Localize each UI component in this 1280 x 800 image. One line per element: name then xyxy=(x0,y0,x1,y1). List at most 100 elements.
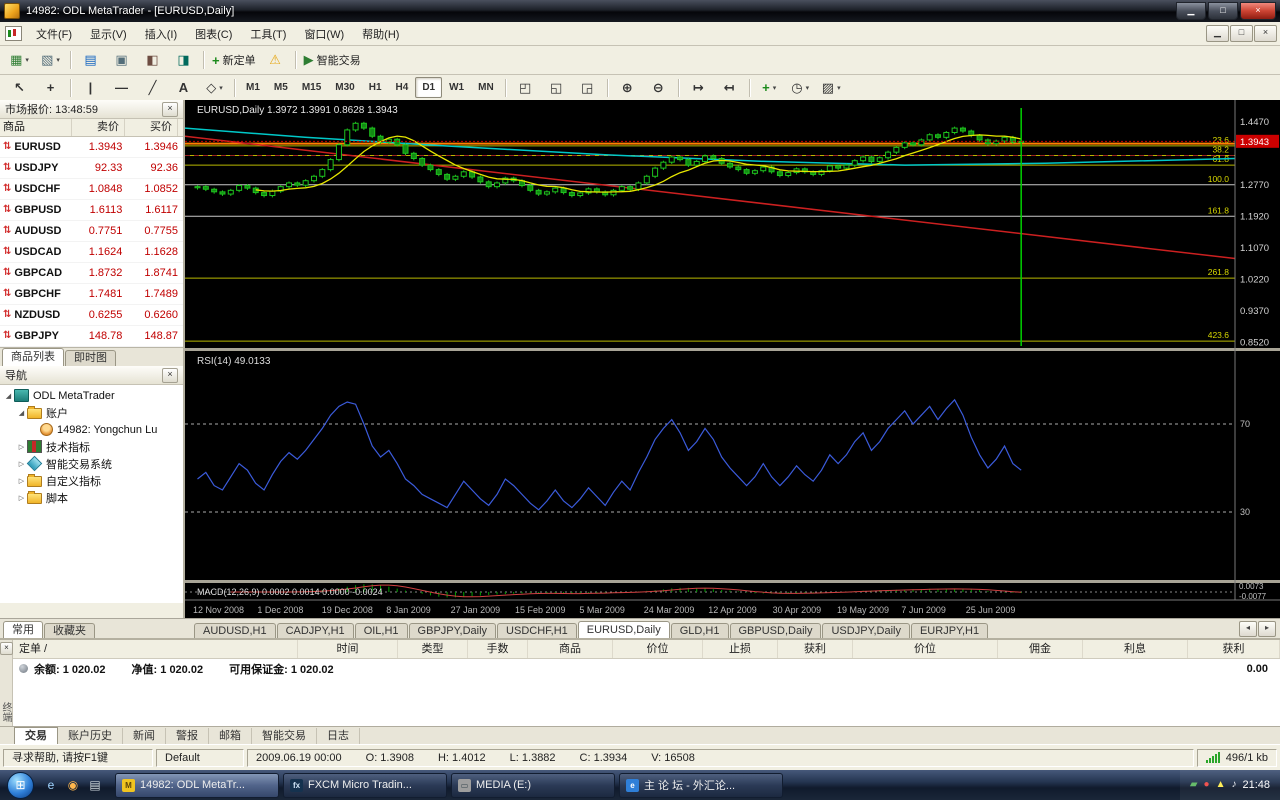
timeframe-m5[interactable]: M5 xyxy=(267,77,295,98)
orders-column-11[interactable]: 获利 xyxy=(1188,640,1280,658)
taskbar-task-fx[interactable]: fxFXCM Micro Tradin... xyxy=(283,773,447,798)
menu-item-i[interactable]: 插入(I) xyxy=(136,24,186,44)
tree-expand-icon[interactable]: ▷ xyxy=(16,494,27,502)
column-symbol[interactable]: 商品 xyxy=(0,119,72,136)
chart-tab-gbpusd-daily[interactable]: GBPUSD,Daily xyxy=(730,623,822,639)
arrows-tool[interactable]: ◇▾ xyxy=(199,76,230,99)
column-ask[interactable]: 买价 xyxy=(125,119,178,136)
terminal-tab-警报[interactable]: 警报 xyxy=(166,728,209,744)
auto-scroll-button[interactable]: ↦ xyxy=(683,76,714,99)
orders-column-9[interactable]: 佣金 xyxy=(998,640,1083,658)
orders-column-0[interactable]: 定单 / xyxy=(13,640,298,658)
terminal-tab-新闻[interactable]: 新闻 xyxy=(123,728,166,744)
market-watch-row[interactable]: ⇅GBPCAD1.87321.8741 xyxy=(0,263,183,284)
navigator-item[interactable]: ▷脚本 xyxy=(0,489,183,506)
navigator-item[interactable]: 14982: Yongchun Lu xyxy=(0,421,183,438)
orders-column-7[interactable]: 获利 xyxy=(778,640,853,658)
new-chart-button[interactable]: ▦▾ xyxy=(4,49,35,72)
orders-column-5[interactable]: 价位 xyxy=(613,640,703,658)
menu-item-w[interactable]: 窗口(W) xyxy=(295,24,353,44)
vertical-line-tool[interactable]: | xyxy=(75,76,106,99)
start-button[interactable]: ⊞ xyxy=(7,772,34,799)
terminal-tab-日志[interactable]: 日志 xyxy=(317,728,360,744)
chart-tabs-scroll-left-icon[interactable]: ◂ xyxy=(1239,621,1257,637)
zoom-out-button[interactable]: ⊖ xyxy=(643,76,674,99)
new-order-button[interactable]: +新定单 xyxy=(208,49,260,72)
child-minimize-button[interactable]: ▁ xyxy=(1206,25,1229,42)
timeframe-h1[interactable]: H1 xyxy=(362,77,389,98)
market-watch-row[interactable]: ⇅USDCAD1.16241.1628 xyxy=(0,242,183,263)
quick-launch-show-desktop-icon[interactable]: ▤ xyxy=(85,775,105,795)
periods-button[interactable]: ◷▾ xyxy=(785,76,816,99)
terminal-toggle[interactable]: ◨ xyxy=(168,49,199,72)
navigator-toggle[interactable]: ◧ xyxy=(137,49,168,72)
maximize-button[interactable]: □ xyxy=(1208,2,1238,20)
orders-column-2[interactable]: 类型 xyxy=(398,640,468,658)
tray-icon-red[interactable]: ● xyxy=(1204,780,1210,790)
menu-item-f[interactable]: 文件(F) xyxy=(27,24,81,44)
status-profile[interactable]: Default xyxy=(156,749,244,767)
timeframe-h4[interactable]: H4 xyxy=(389,77,416,98)
orders-column-10[interactable]: 利息 xyxy=(1083,640,1188,658)
menu-item-c[interactable]: 图表(C) xyxy=(186,24,241,44)
taskbar-task-drive[interactable]: ▭MEDIA (E:) xyxy=(451,773,615,798)
column-bid[interactable]: 卖价 xyxy=(72,119,125,136)
text-tool[interactable]: A xyxy=(168,76,199,99)
orders-column-8[interactable]: 价位 xyxy=(853,640,998,658)
chart-tab-usdchf-h1[interactable]: USDCHF,H1 xyxy=(497,623,577,639)
tray-icon-green[interactable]: ▰ xyxy=(1190,780,1198,790)
market-watch-row[interactable]: ⇅EURUSD1.39431.3946 xyxy=(0,137,183,158)
navigator-item[interactable]: ▷技术指标 xyxy=(0,438,183,455)
market-watch-row[interactable]: ⇅GBPCHF1.74811.7489 xyxy=(0,284,183,305)
chart-tab-usdjpy-daily[interactable]: USDJPY,Daily xyxy=(822,623,910,639)
navigator-item[interactable]: ◢ODL MetaTrader xyxy=(0,387,183,404)
taskbar-task-mt[interactable]: M14982: ODL MetaTr... xyxy=(115,773,279,798)
quick-launch-media-icon[interactable]: ◉ xyxy=(63,775,83,795)
close-button[interactable]: × xyxy=(1240,2,1276,20)
chart-tab-cadjpy-h1[interactable]: CADJPY,H1 xyxy=(277,623,354,639)
chart-tabs-scroll-right-icon[interactable]: ▸ xyxy=(1258,621,1276,637)
market-watch-row[interactable]: ⇅USDJPY92.3392.36 xyxy=(0,158,183,179)
tray-icon-yellow[interactable]: ▲ xyxy=(1216,780,1226,790)
cascade-windows-button[interactable]: ◰ xyxy=(510,76,541,99)
navigator-tab-常用[interactable]: 常用 xyxy=(3,621,43,639)
chart-tab-eurusd-daily[interactable]: EURUSD,Daily xyxy=(578,621,670,639)
profiles-button[interactable]: ▧▾ xyxy=(35,49,66,72)
child-close-button[interactable]: × xyxy=(1254,25,1277,42)
minimize-button[interactable]: ▁ xyxy=(1176,2,1206,20)
market-watch-tab-商品列表[interactable]: 商品列表 xyxy=(2,348,64,366)
crosshair-tool[interactable]: + xyxy=(35,76,66,99)
horizontal-line-tool[interactable]: — xyxy=(106,76,137,99)
orders-column-3[interactable]: 手数 xyxy=(468,640,528,658)
terminal-tab-账户历史[interactable]: 账户历史 xyxy=(58,728,123,744)
market-watch-tab-即时图[interactable]: 即时图 xyxy=(65,350,116,366)
tree-expand-icon[interactable]: ▷ xyxy=(16,477,27,485)
timeframe-w1[interactable]: W1 xyxy=(442,77,471,98)
tree-expand-icon[interactable]: ▷ xyxy=(16,443,27,451)
terminal-close-icon[interactable]: × xyxy=(0,642,13,655)
market-watch-close-icon[interactable]: × xyxy=(162,102,178,117)
indicators-button[interactable]: +▾ xyxy=(754,76,785,99)
quick-launch-ie-icon[interactable]: e xyxy=(41,775,61,795)
child-restore-button[interactable]: □ xyxy=(1230,25,1253,42)
chart-tab-gld-h1[interactable]: GLD,H1 xyxy=(671,623,729,639)
metaeditor-button[interactable]: ⚠ xyxy=(260,49,291,72)
tree-expand-icon[interactable]: ◢ xyxy=(16,409,27,417)
templates-button[interactable]: ▨▾ xyxy=(816,76,847,99)
terminal-tab-智能交易[interactable]: 智能交易 xyxy=(252,728,317,744)
chart-tab-oil-h1[interactable]: OIL,H1 xyxy=(355,623,408,639)
navigator-item[interactable]: ▷自定义指标 xyxy=(0,472,183,489)
menu-item-h[interactable]: 帮助(H) xyxy=(353,24,408,44)
market-watch-row[interactable]: ⇅GBPJPY148.78148.87 xyxy=(0,326,183,347)
taskbar-task-ie[interactable]: e主 论 坛 - 外汇论... xyxy=(619,773,783,798)
orders-column-1[interactable]: 时间 xyxy=(298,640,398,658)
navigator-close-icon[interactable]: × xyxy=(162,368,178,383)
tree-expand-icon[interactable]: ▷ xyxy=(16,460,27,468)
tile-horizontal-button[interactable]: ◱ xyxy=(541,76,572,99)
price-chart[interactable]: 23.638.261.8100.0161.8261.8423.6EURUSD,D… xyxy=(185,100,1280,618)
market-watch-toggle[interactable]: ▤ xyxy=(75,49,106,72)
navigator-item[interactable]: ◢账户 xyxy=(0,404,183,421)
timeframe-m15[interactable]: M15 xyxy=(295,77,328,98)
timeframe-m1[interactable]: M1 xyxy=(239,77,267,98)
tile-vertical-button[interactable]: ◲ xyxy=(572,76,603,99)
